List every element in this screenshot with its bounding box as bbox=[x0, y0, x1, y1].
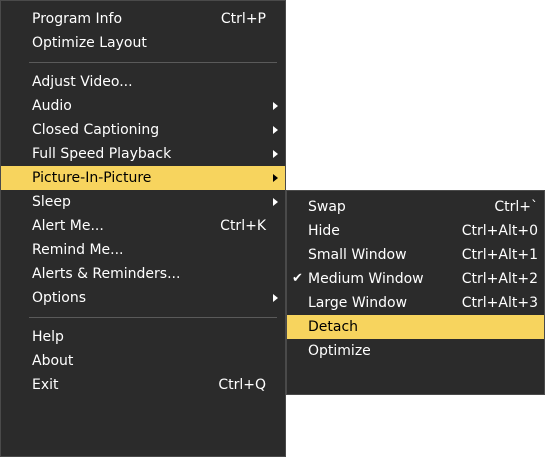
menu-item-sleep[interactable]: Sleep bbox=[1, 190, 285, 214]
submenu-item-swap[interactable]: Swap Ctrl+` bbox=[287, 195, 544, 219]
chevron-right-icon bbox=[273, 150, 278, 158]
shortcut-label: Ctrl+Alt+3 bbox=[461, 295, 538, 311]
menu-item-label: Help bbox=[32, 329, 64, 345]
menu-item-label: Hide bbox=[308, 223, 340, 239]
menu-item-alert-me[interactable]: Alert Me... Ctrl+K bbox=[1, 214, 285, 238]
menu-item-options[interactable]: Options bbox=[1, 286, 285, 310]
menu-item-full-speed-playback[interactable]: Full Speed Playback bbox=[1, 142, 285, 166]
submenu-item-large-window[interactable]: Large Window Ctrl+Alt+3 bbox=[287, 291, 544, 315]
shortcut-label: Ctrl+Alt+0 bbox=[461, 223, 538, 239]
menu-item-label: Audio bbox=[32, 98, 72, 114]
menu-item-label: Full Speed Playback bbox=[32, 146, 172, 162]
submenu-item-hide[interactable]: Hide Ctrl+Alt+0 bbox=[287, 219, 544, 243]
chevron-right-icon bbox=[273, 294, 278, 302]
menu-item-label: Medium Window bbox=[308, 271, 424, 287]
menu-item-label: Adjust Video... bbox=[32, 74, 133, 90]
menu-item-help[interactable]: Help bbox=[1, 325, 285, 349]
shortcut-label: Ctrl+` bbox=[494, 199, 538, 215]
menu-separator bbox=[29, 317, 277, 318]
submenu-item-detach[interactable]: Detach bbox=[287, 315, 544, 339]
chevron-right-icon bbox=[273, 174, 278, 182]
menu-item-about[interactable]: About bbox=[1, 349, 285, 373]
shortcut-label: Ctrl+Q bbox=[218, 377, 266, 393]
menu-item-label: Large Window bbox=[308, 295, 408, 311]
menu-item-optimize-layout[interactable]: Optimize Layout bbox=[1, 31, 285, 55]
submenu-item-optimize[interactable]: Optimize bbox=[287, 339, 544, 363]
menu-item-label: Program Info bbox=[32, 11, 123, 27]
menu-item-label: Exit bbox=[32, 377, 59, 393]
chevron-right-icon bbox=[273, 102, 278, 110]
menu-separator bbox=[29, 62, 277, 63]
menu-item-label: Picture-In-Picture bbox=[32, 170, 152, 186]
submenu-item-small-window[interactable]: Small Window Ctrl+Alt+1 bbox=[287, 243, 544, 267]
context-menu: Program Info Ctrl+P Optimize Layout Adju… bbox=[0, 0, 286, 457]
menu-item-label: Closed Captioning bbox=[32, 122, 160, 138]
menu-item-alerts-reminders[interactable]: Alerts & Reminders... bbox=[1, 262, 285, 286]
shortcut-label: Ctrl+K bbox=[220, 218, 266, 234]
menu-item-remind-me[interactable]: Remind Me... bbox=[1, 238, 285, 262]
menu-item-label: Optimize Layout bbox=[32, 35, 147, 51]
chevron-right-icon bbox=[273, 198, 278, 206]
menu-item-label: About bbox=[32, 353, 74, 369]
pip-submenu: Swap Ctrl+` Hide Ctrl+Alt+0 Small Window… bbox=[286, 190, 545, 395]
menu-item-label: Optimize bbox=[308, 343, 371, 359]
menu-item-label: Options bbox=[32, 290, 87, 306]
menu-item-label: Swap bbox=[308, 199, 346, 215]
menu-item-closed-captioning[interactable]: Closed Captioning bbox=[1, 118, 285, 142]
shortcut-label: Ctrl+P bbox=[220, 11, 266, 27]
menu-item-adjust-video[interactable]: Adjust Video... bbox=[1, 70, 285, 94]
menu-item-label: Alerts & Reminders... bbox=[32, 266, 181, 282]
checkmark-icon: ✔ bbox=[292, 271, 303, 286]
menu-item-label: Detach bbox=[308, 319, 359, 335]
menu-item-label: Alert Me... bbox=[32, 218, 104, 234]
submenu-item-medium-window[interactable]: ✔ Medium Window Ctrl+Alt+2 bbox=[287, 267, 544, 291]
shortcut-label: Ctrl+Alt+2 bbox=[461, 271, 538, 287]
menu-item-audio[interactable]: Audio bbox=[1, 94, 285, 118]
menu-item-program-info[interactable]: Program Info Ctrl+P bbox=[1, 7, 285, 31]
menu-item-label: Sleep bbox=[32, 194, 71, 210]
menu-item-label: Remind Me... bbox=[32, 242, 124, 258]
menu-item-label: Small Window bbox=[308, 247, 407, 263]
menu-item-picture-in-picture[interactable]: Picture-In-Picture bbox=[1, 166, 285, 190]
chevron-right-icon bbox=[273, 126, 278, 134]
shortcut-label: Ctrl+Alt+1 bbox=[461, 247, 538, 263]
menu-item-exit[interactable]: Exit Ctrl+Q bbox=[1, 373, 285, 397]
